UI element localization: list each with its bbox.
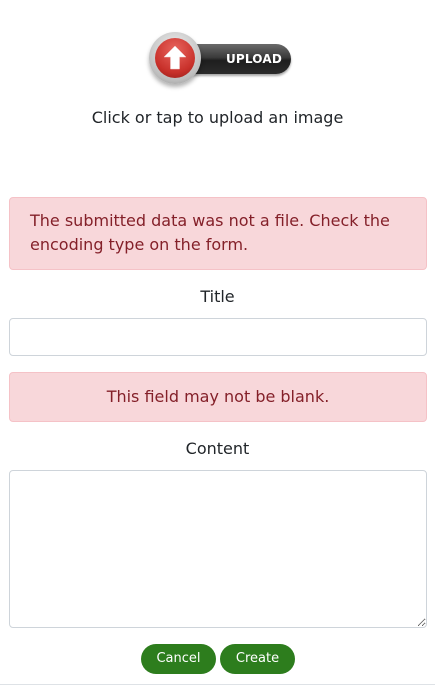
image-upload-area[interactable]: UPLOAD Click or tap to upload an image [0,0,435,140]
title-error-alert: This field may not be blank. [9,372,427,422]
content-label: Content [185,439,250,458]
upload-button-label: UPLOAD [225,52,283,66]
file-error-alert: The submitted data was not a file. Check… [9,197,427,270]
cancel-button[interactable]: Cancel [141,644,216,674]
upload-hint: Click or tap to upload an image [91,108,344,127]
upload-graphic[interactable]: UPLOAD [145,32,295,88]
upload-circle [149,32,201,84]
title-input[interactable] [9,318,427,356]
upload-arrow-icon [163,45,187,70]
create-button[interactable]: Create [220,644,295,674]
content-textarea[interactable] [9,470,427,628]
upload-circle-inner [155,38,195,78]
title-label: Title [200,287,235,306]
